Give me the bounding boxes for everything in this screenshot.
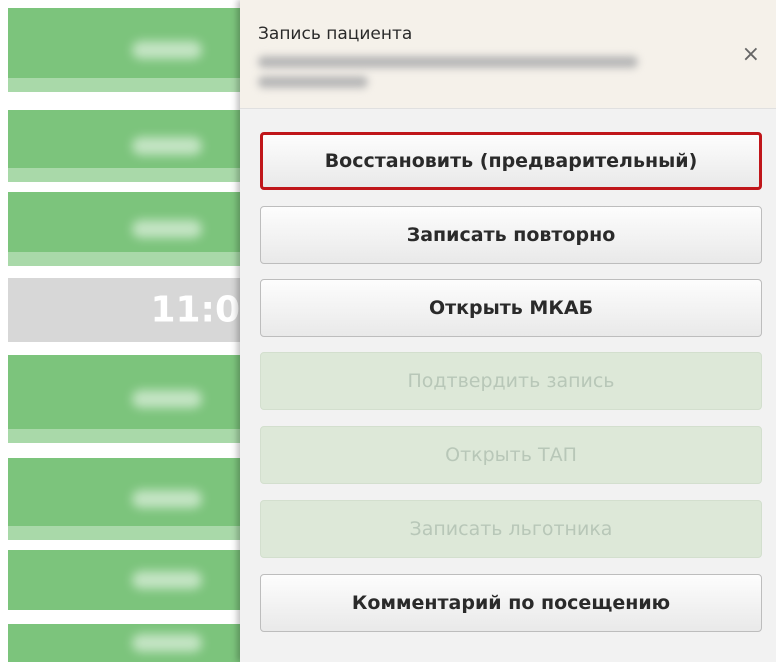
slot-time: 11:0: [150, 289, 240, 331]
schedule-column: 11:0: [0, 0, 240, 662]
visit-comment-button[interactable]: Комментарий по посещению: [260, 574, 762, 632]
slot-stripe: [8, 78, 240, 92]
book-beneficiary-button[interactable]: Записать льготника: [260, 500, 762, 558]
blurred-time: [132, 137, 202, 155]
slot-stripe: [8, 526, 240, 540]
schedule-slot[interactable]: [8, 624, 240, 662]
slot-stripe: [8, 168, 240, 182]
close-icon[interactable]: ×: [742, 44, 760, 66]
popup-header: Запись пациента ×: [240, 0, 776, 108]
schedule-slot[interactable]: [8, 355, 240, 443]
blurred-time: [132, 220, 202, 238]
blurred-time: [132, 571, 202, 589]
schedule-slot[interactable]: [8, 8, 240, 92]
schedule-slot[interactable]: [8, 458, 240, 540]
rebook-button[interactable]: Записать повторно: [260, 206, 762, 264]
restore-preliminary-button[interactable]: Восстановить (предварительный): [260, 132, 762, 190]
blurred-time: [132, 41, 202, 59]
slot-stripe: [8, 429, 240, 443]
blurred-patient-name: [258, 54, 678, 90]
blurred-time: [132, 490, 202, 508]
patient-record-popup: Запись пациента × Восстановить (предвари…: [240, 0, 776, 662]
blurred-time: [132, 390, 202, 408]
confirm-booking-button[interactable]: Подтвердить запись: [260, 352, 762, 410]
blurred-time: [132, 634, 202, 652]
schedule-slot-selected[interactable]: 11:0: [8, 278, 240, 342]
slot-stripe: [8, 252, 240, 266]
open-mkab-button[interactable]: Открыть МКАБ: [260, 279, 762, 337]
schedule-slot[interactable]: [8, 192, 240, 266]
open-tap-button[interactable]: Открыть ТАП: [260, 426, 762, 484]
header-divider: [240, 108, 776, 109]
schedule-slot[interactable]: [8, 110, 240, 182]
popup-title: Запись пациента: [258, 24, 413, 44]
schedule-slot[interactable]: [8, 550, 240, 610]
